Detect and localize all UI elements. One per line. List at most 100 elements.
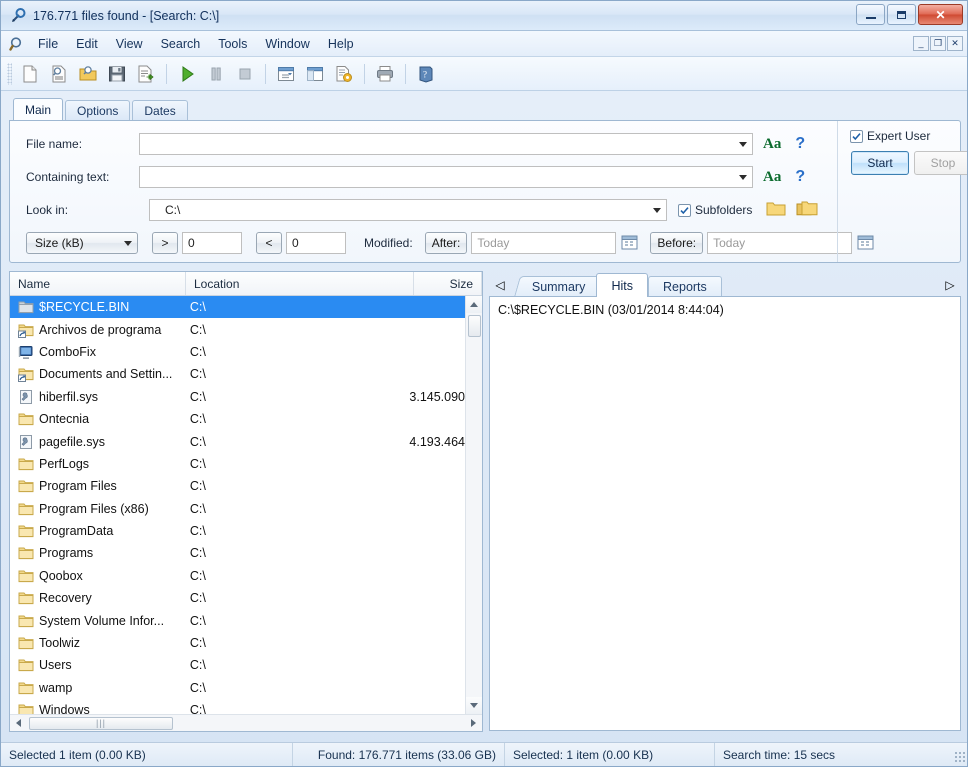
table-row[interactable]: Recovery C:\ (10, 587, 465, 609)
scroll-up-button[interactable] (465, 296, 482, 313)
table-row[interactable]: PerfLogs C:\ (10, 453, 465, 475)
table-row[interactable]: wamp C:\ (10, 677, 465, 699)
menu-edit[interactable]: Edit (67, 34, 107, 54)
table-row[interactable]: Program Files C:\ (10, 475, 465, 497)
save-icon[interactable] (103, 60, 131, 88)
print-icon[interactable] (371, 60, 399, 88)
table-row[interactable]: Toolwiz C:\ (10, 632, 465, 654)
start-icon[interactable] (173, 60, 201, 88)
table-row[interactable]: Program Files (x86) C:\ (10, 498, 465, 520)
containing-match-case-icon[interactable]: Aa (763, 169, 781, 186)
table-row[interactable]: Programs C:\ (10, 542, 465, 564)
table-row[interactable]: ProgramData C:\ (10, 520, 465, 542)
results-vertical-scrollbar[interactable] (465, 296, 482, 714)
containing-text-help-icon[interactable]: ? (795, 168, 805, 186)
minimize-button[interactable] (856, 4, 885, 25)
table-row[interactable]: Windows C:\ (10, 699, 465, 714)
column-header-size[interactable]: Size (414, 272, 482, 295)
results-horizontal-scrollbar[interactable]: ||| (10, 714, 482, 731)
duplicate-search-icon[interactable] (45, 60, 73, 88)
modified-before-input[interactable]: Today (707, 232, 853, 254)
stop-icon[interactable] (231, 60, 259, 88)
toolbar-grip[interactable] (7, 62, 12, 85)
stop-button[interactable]: Stop (914, 151, 967, 175)
size-greater-operator-button[interactable]: > (152, 232, 178, 254)
mdi-restore-button[interactable]: ❐ (930, 36, 946, 51)
column-header-location[interactable]: Location (186, 272, 414, 295)
menu-file[interactable]: File (29, 34, 67, 54)
chevron-down-icon[interactable] (733, 167, 752, 187)
table-row[interactable]: $RECYCLE.BIN C:\ (10, 296, 465, 319)
modified-before-button[interactable]: Before: (650, 232, 704, 254)
toolbar: ? (1, 57, 967, 91)
size-greater-input[interactable]: 0 (182, 232, 242, 254)
expert-user-checkbox[interactable]: Expert User (850, 129, 930, 143)
window-layout-icon[interactable] (272, 60, 300, 88)
maximize-button[interactable] (887, 4, 916, 25)
resize-grip[interactable] (954, 751, 966, 763)
table-row[interactable]: Archivos de programa C:\ (10, 318, 465, 340)
subfolders-label: Subfolders (695, 203, 753, 217)
chevron-down-icon[interactable] (647, 200, 666, 220)
tab-summary[interactable]: Summary (513, 276, 604, 297)
chevron-down-icon[interactable] (733, 134, 752, 154)
containing-text-input[interactable] (139, 166, 753, 188)
scroll-left-button[interactable] (10, 715, 27, 732)
calendar-icon[interactable] (621, 233, 638, 253)
column-header-name[interactable]: Name (10, 272, 186, 295)
scroll-right-button[interactable] (465, 715, 482, 732)
tab-reports[interactable]: Reports (648, 276, 722, 297)
tab-scroll-left-icon[interactable]: ◁ (489, 273, 511, 297)
size-unit-dropdown[interactable]: Size (kB) (26, 232, 138, 254)
modified-after-input[interactable]: Today (471, 232, 617, 254)
pause-icon[interactable] (202, 60, 230, 88)
file-name-input[interactable] (139, 133, 753, 155)
table-row[interactable]: Qoobox C:\ (10, 565, 465, 587)
tab-dates[interactable]: Dates (132, 100, 188, 120)
menu-help[interactable]: Help (319, 34, 363, 54)
table-row[interactable]: pagefile.sys C:\ 4.193.464 (10, 430, 465, 452)
status-selected-left: Selected 1 item (0.00 KB) (1, 743, 293, 766)
scroll-thumb[interactable] (467, 315, 481, 337)
export-icon[interactable] (132, 60, 160, 88)
scroll-down-button[interactable] (465, 697, 482, 714)
menu-view[interactable]: View (107, 34, 152, 54)
menu-window[interactable]: Window (256, 34, 318, 54)
row-location-cell: C:\ (189, 322, 206, 337)
size-less-operator-button[interactable]: < (256, 232, 282, 254)
folders-icon[interactable] (796, 200, 818, 220)
file-name-help-icon[interactable]: ? (795, 135, 805, 153)
open-folder-icon[interactable] (74, 60, 102, 88)
modified-after-button[interactable]: After: (424, 232, 468, 254)
subfolders-checkbox[interactable]: Subfolders (678, 203, 752, 217)
help-icon[interactable]: ? (412, 60, 440, 88)
menu-search[interactable]: Search (152, 34, 210, 54)
hits-panel[interactable]: C:\$RECYCLE.BIN (03/01/2014 8:44:04) (489, 296, 961, 731)
table-row[interactable]: ComboFix C:\ (10, 341, 465, 363)
tab-options[interactable]: Options (65, 100, 131, 120)
system-file-icon (18, 389, 34, 405)
split-view-icon[interactable] (301, 60, 329, 88)
menu-tools[interactable]: Tools (209, 34, 256, 54)
tab-scroll-right-icon[interactable]: ▷ (939, 273, 961, 297)
match-case-icon[interactable]: Aa (763, 136, 781, 153)
look-in-input[interactable]: C:\ (149, 199, 667, 221)
table-row[interactable]: Users C:\ (10, 654, 465, 676)
mdi-minimize-button[interactable]: _ (913, 36, 929, 51)
horizontal-scroll-thumb[interactable]: ||| (29, 716, 173, 730)
start-button[interactable]: Start (851, 151, 909, 175)
close-button[interactable]: ✕ (918, 4, 963, 25)
table-row[interactable]: System Volume Infor... C:\ (10, 609, 465, 631)
table-row[interactable]: hiberfil.sys C:\ 3.145.090 (10, 386, 465, 408)
tab-main[interactable]: Main (13, 98, 64, 120)
mdi-close-button[interactable]: ✕ (947, 36, 963, 51)
application-window: 176.771 files found - [Search: C:\] ✕ Fi… (0, 0, 968, 767)
table-row[interactable]: Documents and Settin... C:\ (10, 363, 465, 385)
new-search-icon[interactable] (16, 60, 44, 88)
window-title: 176.771 files found - [Search: C:\] (33, 8, 220, 23)
table-row[interactable]: Ontecnia C:\ (10, 408, 465, 430)
folder-icon[interactable] (766, 200, 786, 220)
size-less-input[interactable]: 0 (286, 232, 346, 254)
settings-view-icon[interactable] (330, 60, 358, 88)
tab-hits[interactable]: Hits (596, 273, 649, 297)
